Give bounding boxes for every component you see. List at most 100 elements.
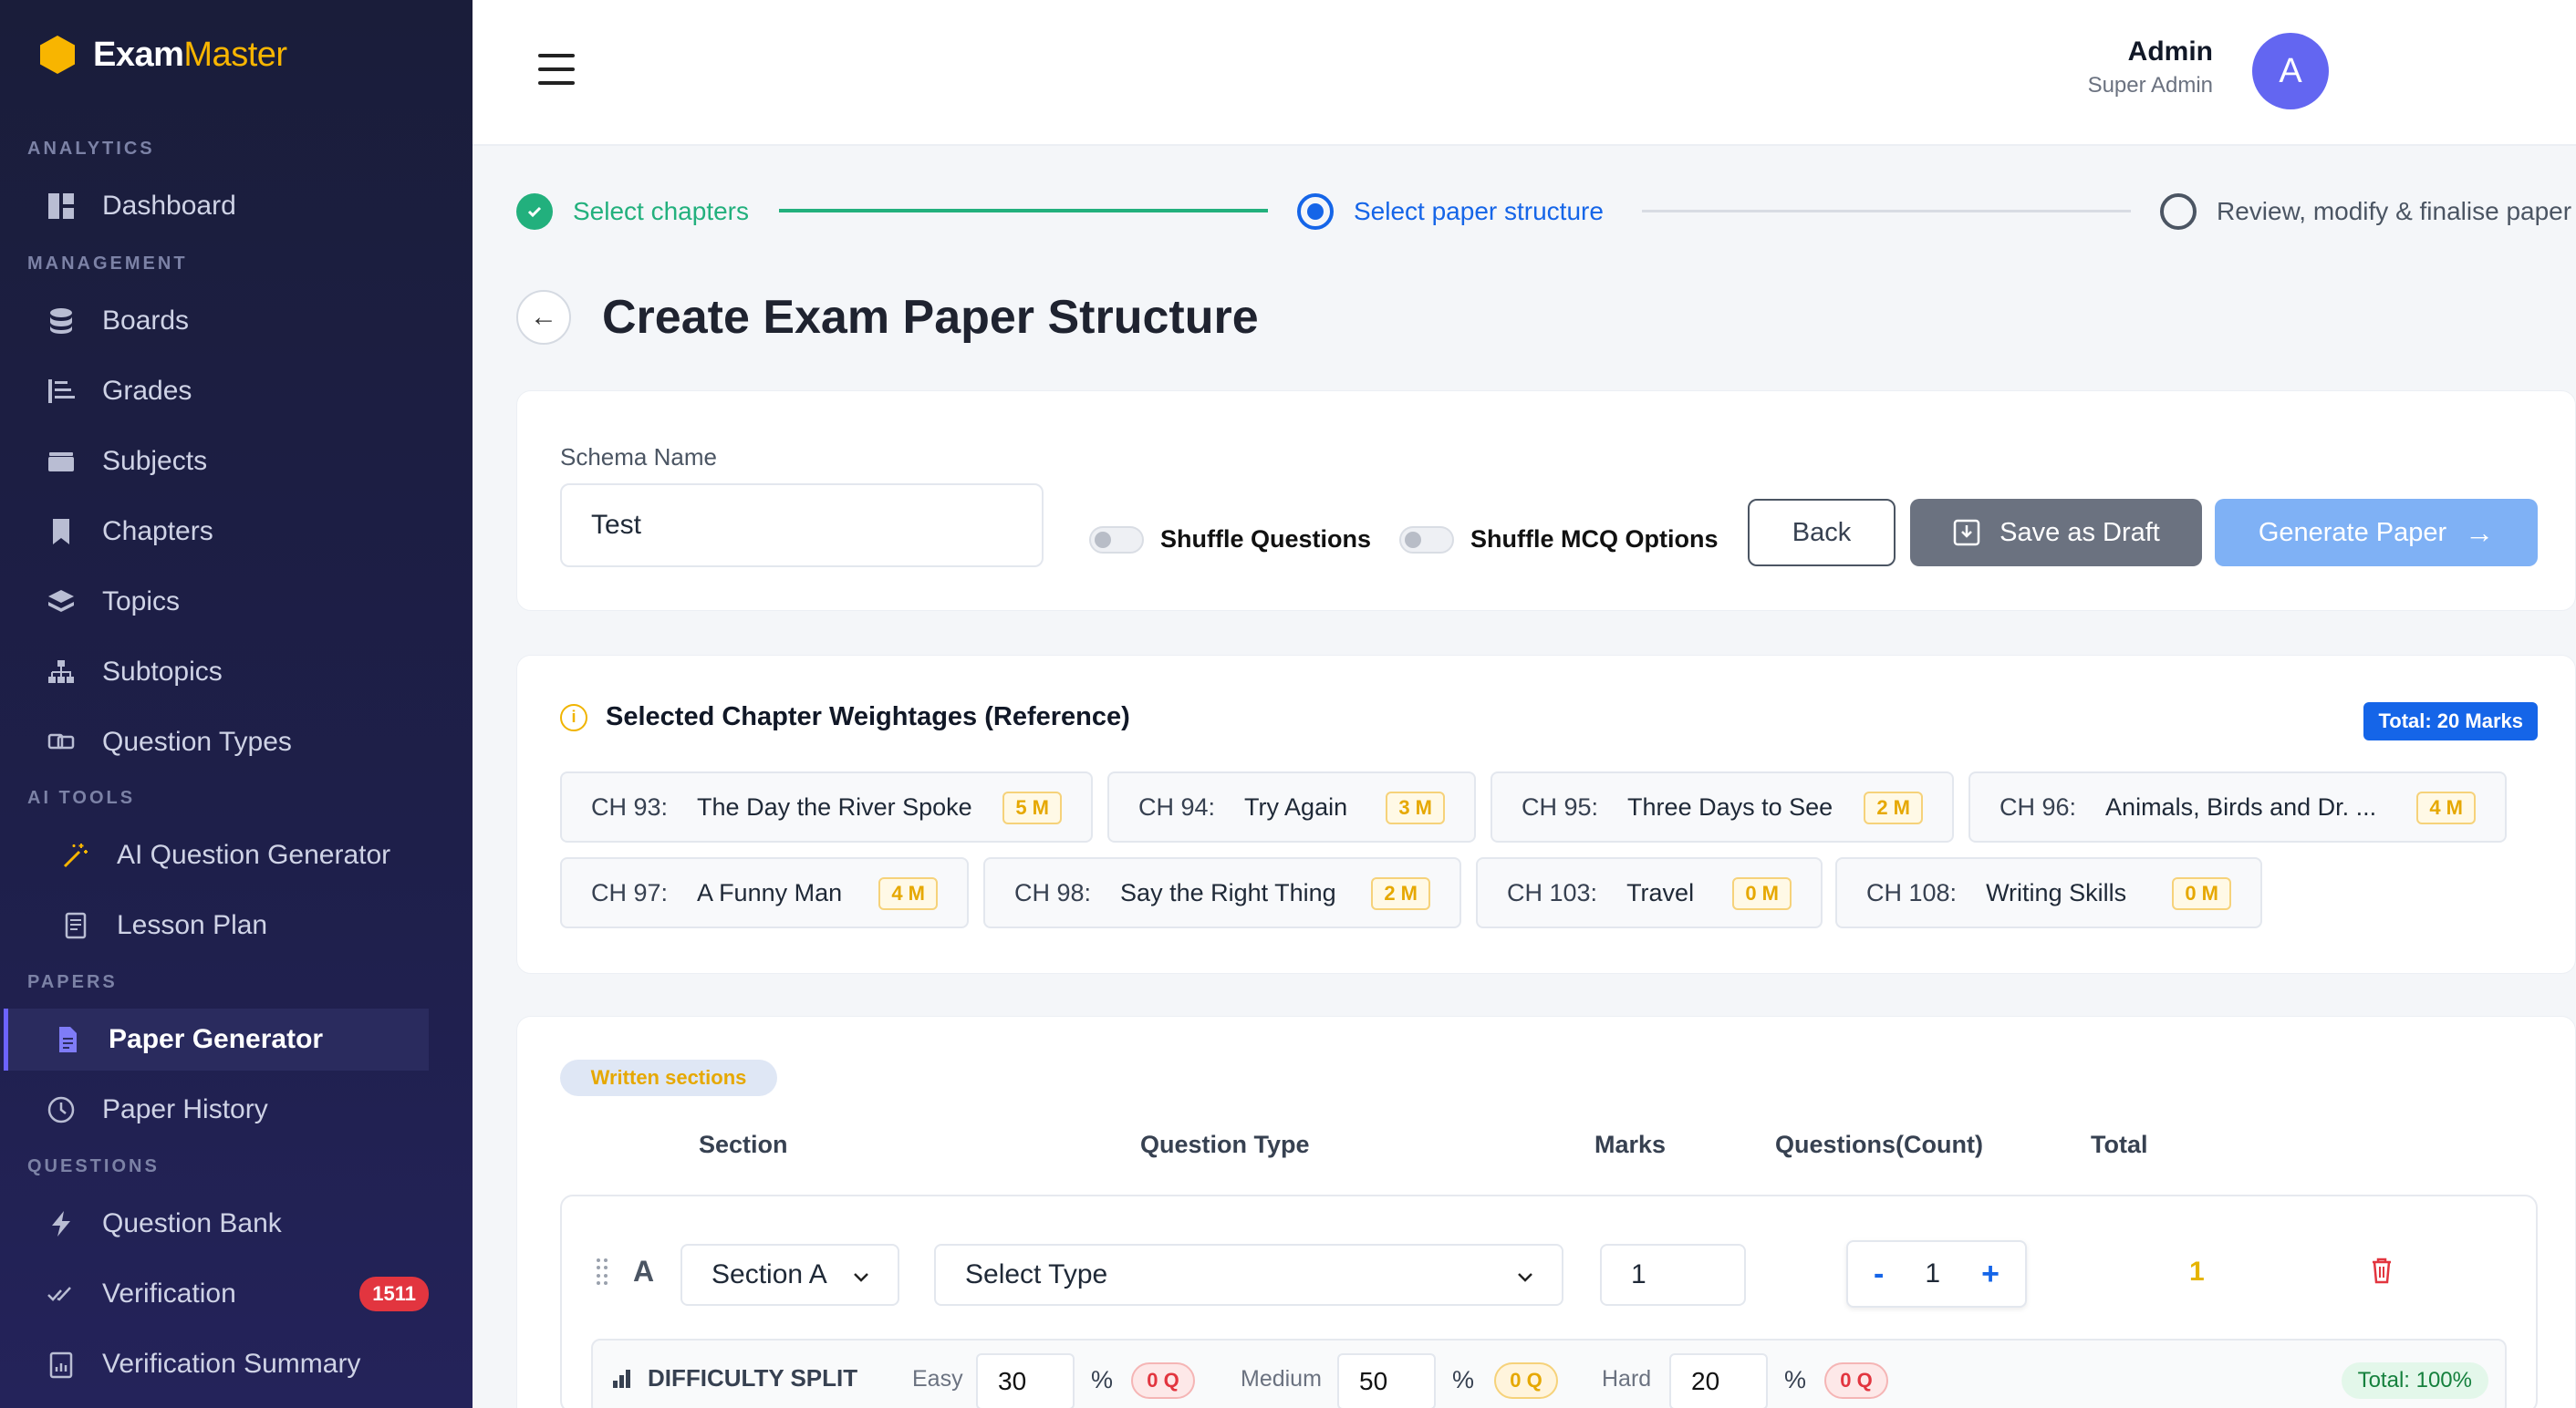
clipboard-chart-icon [46, 1349, 77, 1380]
step-connector-pending [1642, 210, 2131, 212]
medium-label: Medium [1241, 1366, 1322, 1392]
shuffle-mcq-toggle[interactable]: Shuffle MCQ Options [1399, 525, 1718, 554]
hard-label: Hard [1602, 1366, 1652, 1392]
header-total: Total [2091, 1131, 2148, 1158]
chapter-chip: CH 94: Try Again 3 M [1107, 771, 1476, 843]
save-draft-button[interactable]: Save as Draft [1910, 499, 2202, 566]
section-select[interactable]: Section A [680, 1244, 899, 1306]
easy-question-count-badge: 0 Q [1131, 1362, 1195, 1399]
toggle-switch[interactable] [1089, 525, 1144, 554]
question-type-select[interactable]: Select Type [934, 1244, 1563, 1306]
step-connector-complete [779, 209, 1268, 212]
document-icon [60, 910, 91, 941]
user-info[interactable]: Admin Super Admin [2088, 36, 2213, 98]
sidebar-item-paper-generator[interactable]: Paper Generator [4, 1009, 429, 1071]
hamburger-menu-icon[interactable] [538, 51, 575, 88]
sidebar: ExamMaster ANALYTICS Dashboard MANAGEMEN… [0, 0, 473, 1408]
sidebar-item-dashboard[interactable]: Dashboard [4, 175, 429, 237]
step-label: Select paper structure [1354, 197, 1604, 225]
bookmark-icon [46, 516, 77, 547]
sidebar-item-subtopics[interactable]: Subtopics [4, 641, 429, 703]
decrement-button[interactable]: - [1874, 1257, 1884, 1292]
sidebar-item-verification-summary[interactable]: Verification Summary [4, 1333, 429, 1395]
sidebar-item-label: Dashboard [102, 191, 236, 221]
sidebar-item-ai-question-generator[interactable]: AI Question Generator [4, 824, 429, 886]
header-question-type: Question Type [1140, 1131, 1310, 1158]
sidebar-item-grades[interactable]: Grades [4, 360, 429, 422]
percent-sign: % [1784, 1366, 1807, 1393]
total-marks-badge: Total: 20 Marks [2363, 702, 2538, 740]
toggle-label: Shuffle Questions [1160, 525, 1372, 553]
sidebar-item-label: Subjects [102, 446, 208, 476]
easy-percent-input[interactable]: 30 [976, 1353, 1075, 1408]
back-arrow-icon[interactable]: ← [516, 290, 571, 345]
hard-question-count-badge: 0 Q [1824, 1362, 1888, 1399]
sidebar-item-question-bank[interactable]: Question Bank [4, 1193, 429, 1255]
list-tree-icon [46, 376, 77, 407]
user-name: Admin [2127, 36, 2213, 67]
sidebar-item-label: Paper Generator [109, 1024, 324, 1054]
percent-sign: % [1452, 1366, 1475, 1393]
drag-handle-icon[interactable] [597, 1258, 609, 1286]
step-label: Select chapters [573, 197, 749, 225]
count-value: 1 [1925, 1258, 1941, 1289]
avatar[interactable]: A [2252, 33, 2329, 109]
section-label-ai-tools: AI TOOLS [27, 788, 136, 808]
generate-paper-button[interactable]: Generate Paper → [2215, 499, 2538, 566]
toggle-label: Shuffle MCQ Options [1470, 525, 1719, 553]
back-button[interactable]: Back [1748, 499, 1896, 566]
difficulty-split: DIFFICULTY SPLIT Easy 30 % 0 Q Medium 50… [591, 1339, 2507, 1408]
pending-step-icon [2160, 193, 2197, 230]
select-value: Select Type [965, 1259, 1108, 1289]
easy-label: Easy [912, 1366, 963, 1392]
verification-count-badge: 1511 [359, 1277, 429, 1311]
questions-count-stepper[interactable]: - 1 + [1846, 1240, 2027, 1308]
sidebar-item-question-types[interactable]: Question Types [4, 711, 429, 773]
toggle-switch[interactable] [1399, 525, 1454, 554]
sidebar-item-verification[interactable]: Verification 1511 [4, 1263, 429, 1325]
top-header: Admin Super Admin A [473, 0, 2576, 146]
chapter-chip: CH 108: Writing Skills 0 M [1835, 857, 2262, 928]
chapter-chip: CH 103: Travel 0 M [1476, 857, 1823, 928]
header-questions-count: Questions(Count) [1775, 1131, 1983, 1158]
sidebar-item-topics[interactable]: Topics [4, 571, 429, 633]
save-draft-icon [1953, 519, 1980, 546]
header-marks: Marks [1594, 1131, 1667, 1158]
step-select-paper-structure[interactable]: Select paper structure [1297, 193, 1604, 230]
sidebar-item-label: AI Question Generator [117, 840, 391, 870]
marks-input[interactable]: 1 [1600, 1244, 1746, 1306]
increment-button[interactable]: + [1981, 1257, 2000, 1292]
percent-sign: % [1091, 1366, 1114, 1393]
step-review-finalise[interactable]: Review, modify & finalise paper [2160, 193, 2576, 230]
header-section: Section [699, 1131, 788, 1158]
check-circle-icon [516, 193, 553, 230]
shuffle-questions-toggle[interactable]: Shuffle Questions [1089, 525, 1371, 554]
lightning-icon [46, 1208, 77, 1239]
trash-icon[interactable] [2370, 1257, 2394, 1289]
sidebar-item-label: Topics [102, 586, 181, 616]
difficulty-total-badge: Total: 100% [2341, 1362, 2488, 1399]
sidebar-item-boards[interactable]: Boards [4, 290, 429, 352]
info-icon: i [560, 703, 587, 731]
sidebar-item-label: Verification [102, 1279, 236, 1309]
written-sections-pill[interactable]: Written sections [560, 1060, 777, 1096]
medium-question-count-badge: 0 Q [1494, 1362, 1558, 1399]
step-label: Review, modify & finalise paper [2217, 197, 2572, 225]
section-label-questions: QUESTIONS [27, 1156, 160, 1176]
medium-percent-input[interactable]: 50 [1337, 1353, 1436, 1408]
magic-wand-icon [60, 840, 91, 871]
sitemap-icon [46, 657, 77, 688]
section-label-management: MANAGEMENT [27, 254, 188, 274]
hard-percent-input[interactable]: 20 [1669, 1353, 1768, 1408]
button-label: Save as Draft [2000, 517, 2160, 547]
sidebar-item-label: Question Types [102, 727, 292, 757]
brand-logo[interactable]: ExamMaster [40, 33, 287, 77]
step-select-chapters[interactable]: Select chapters [516, 193, 749, 230]
sidebar-item-chapters[interactable]: Chapters [4, 501, 429, 563]
user-role: Super Admin [2087, 73, 2213, 98]
sidebar-item-subjects[interactable]: Subjects [4, 430, 429, 492]
sidebar-item-lesson-plan[interactable]: Lesson Plan [4, 895, 429, 957]
sidebar-item-paper-history[interactable]: Paper History [4, 1079, 429, 1141]
schema-name-input[interactable]: Test [560, 483, 1044, 567]
chapter-chip: CH 95: Three Days to See 2 M [1491, 771, 1954, 843]
